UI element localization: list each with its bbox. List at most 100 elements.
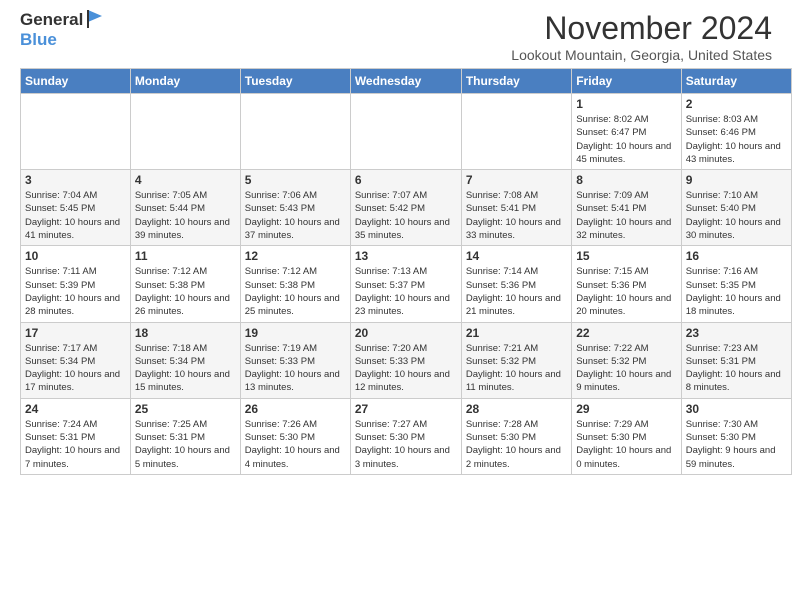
day-info-line: Sunrise: 7:17 AM	[25, 342, 126, 355]
day-info-line: Sunset: 5:31 PM	[25, 431, 126, 444]
day-info-line: Sunset: 5:45 PM	[25, 202, 126, 215]
day-info: Sunrise: 7:12 AMSunset: 5:38 PMDaylight:…	[135, 265, 236, 318]
day-info-line: Sunset: 5:37 PM	[355, 279, 457, 292]
day-info-line: Daylight: 10 hours and 45 minutes.	[576, 140, 676, 167]
day-number: 2	[686, 97, 787, 111]
day-info-line: Daylight: 10 hours and 7 minutes.	[25, 444, 126, 471]
day-info-line: Daylight: 10 hours and 39 minutes.	[135, 216, 236, 243]
day-info-line: Daylight: 10 hours and 28 minutes.	[25, 292, 126, 319]
day-info: Sunrise: 7:13 AMSunset: 5:37 PMDaylight:…	[355, 265, 457, 318]
calendar-cell: 8Sunrise: 7:09 AMSunset: 5:41 PMDaylight…	[572, 170, 681, 246]
day-info-line: Sunset: 5:38 PM	[245, 279, 346, 292]
day-info: Sunrise: 7:23 AMSunset: 5:31 PMDaylight:…	[686, 342, 787, 395]
day-info-line: Sunset: 5:34 PM	[135, 355, 236, 368]
day-info-line: Sunrise: 8:02 AM	[576, 113, 676, 126]
day-info-line: Sunset: 5:31 PM	[135, 431, 236, 444]
day-info-line: Sunrise: 7:06 AM	[245, 189, 346, 202]
day-number: 29	[576, 402, 676, 416]
day-number: 23	[686, 326, 787, 340]
day-info-line: Sunrise: 7:26 AM	[245, 418, 346, 431]
day-info-line: Sunrise: 7:11 AM	[25, 265, 126, 278]
day-info: Sunrise: 7:28 AMSunset: 5:30 PMDaylight:…	[466, 418, 567, 471]
week-row-2: 3Sunrise: 7:04 AMSunset: 5:45 PMDaylight…	[21, 170, 792, 246]
day-number: 18	[135, 326, 236, 340]
day-info: Sunrise: 7:12 AMSunset: 5:38 PMDaylight:…	[245, 265, 346, 318]
day-info: Sunrise: 7:10 AMSunset: 5:40 PMDaylight:…	[686, 189, 787, 242]
day-info: Sunrise: 7:24 AMSunset: 5:31 PMDaylight:…	[25, 418, 126, 471]
day-info-line: Sunset: 5:43 PM	[245, 202, 346, 215]
col-thursday: Thursday	[461, 69, 571, 94]
col-saturday: Saturday	[681, 69, 791, 94]
day-info-line: Sunset: 5:30 PM	[576, 431, 676, 444]
day-info-line: Sunset: 5:44 PM	[135, 202, 236, 215]
day-number: 5	[245, 173, 346, 187]
day-info-line: Sunrise: 7:14 AM	[466, 265, 567, 278]
day-info: Sunrise: 7:29 AMSunset: 5:30 PMDaylight:…	[576, 418, 676, 471]
calendar-cell: 14Sunrise: 7:14 AMSunset: 5:36 PMDayligh…	[461, 246, 571, 322]
day-info: Sunrise: 7:08 AMSunset: 5:41 PMDaylight:…	[466, 189, 567, 242]
day-info-line: Sunrise: 7:22 AM	[576, 342, 676, 355]
day-number: 13	[355, 249, 457, 263]
day-info: Sunrise: 7:14 AMSunset: 5:36 PMDaylight:…	[466, 265, 567, 318]
day-info-line: Sunset: 5:38 PM	[135, 279, 236, 292]
calendar-cell: 5 Sunrise: 7:06 AMSunset: 5:43 PMDaylight…	[240, 170, 350, 246]
day-info-line: Sunset: 5:32 PM	[466, 355, 567, 368]
day-info-line: Sunrise: 8:03 AM	[686, 113, 787, 126]
day-info-line: Daylight: 10 hours and 37 minutes.	[245, 216, 346, 243]
day-info-line: Sunset: 5:30 PM	[355, 431, 457, 444]
calendar-cell	[240, 94, 350, 170]
day-info-line: Daylight: 10 hours and 41 minutes.	[25, 216, 126, 243]
day-info-line: Daylight: 10 hours and 32 minutes.	[576, 216, 676, 243]
day-info-line: Sunrise: 7:18 AM	[135, 342, 236, 355]
logo-blue: Blue	[20, 30, 57, 49]
col-tuesday: Tuesday	[240, 69, 350, 94]
day-number: 6	[355, 173, 457, 187]
calendar-cell: 28 Sunrise: 7:28 AMSunset: 5:30 PMDayligh…	[461, 398, 571, 474]
day-info-line: Sunset: 5:41 PM	[466, 202, 567, 215]
day-info-line: Daylight: 10 hours and 18 minutes.	[686, 292, 787, 319]
day-number: 25	[135, 402, 236, 416]
day-info-line: Sunrise: 7:05 AM	[135, 189, 236, 202]
day-info-line: Daylight: 10 hours and 8 minutes.	[686, 368, 787, 395]
day-info-line: Sunrise: 7:16 AM	[686, 265, 787, 278]
calendar-cell: 29 Sunrise: 7:29 AMSunset: 5:30 PMDayligh…	[572, 398, 681, 474]
day-info: Sunrise: 7:07 AMSunset: 5:42 PMDaylight:…	[355, 189, 457, 242]
day-info-line: Daylight: 10 hours and 33 minutes.	[466, 216, 567, 243]
day-number: 28	[466, 402, 567, 416]
day-info: Sunrise: 7:25 AMSunset: 5:31 PMDaylight:…	[135, 418, 236, 471]
day-number: 8	[576, 173, 676, 187]
day-info-line: Sunrise: 7:08 AM	[466, 189, 567, 202]
day-info-line: Sunset: 5:40 PM	[686, 202, 787, 215]
day-number: 1	[576, 97, 676, 111]
calendar-cell: 26Sunrise: 7:26 AMSunset: 5:30 PMDayligh…	[240, 398, 350, 474]
day-info-line: Sunrise: 7:12 AM	[245, 265, 346, 278]
day-info-line: Daylight: 10 hours and 35 minutes.	[355, 216, 457, 243]
calendar-cell: 19Sunrise: 7:19 AMSunset: 5:33 PMDayligh…	[240, 322, 350, 398]
calendar-cell	[350, 94, 461, 170]
calendar-cell: 27Sunrise: 7:27 AMSunset: 5:30 PMDayligh…	[350, 398, 461, 474]
week-row-4: 17Sunrise: 7:17 AMSunset: 5:34 PMDayligh…	[21, 322, 792, 398]
day-info: Sunrise: 8:02 AMSunset: 6:47 PMDaylight:…	[576, 113, 676, 166]
calendar-cell: 22Sunrise: 7:22 AMSunset: 5:32 PMDayligh…	[572, 322, 681, 398]
day-info-line: Sunrise: 7:07 AM	[355, 189, 457, 202]
day-number: 17	[25, 326, 126, 340]
day-info-line: Sunrise: 7:10 AM	[686, 189, 787, 202]
calendar-cell: 21Sunrise: 7:21 AMSunset: 5:32 PMDayligh…	[461, 322, 571, 398]
day-number: 7	[466, 173, 567, 187]
col-friday: Friday	[572, 69, 681, 94]
day-number: 9	[686, 173, 787, 187]
day-info-line: Daylight: 10 hours and 26 minutes.	[135, 292, 236, 319]
header-row: Sunday Monday Tuesday Wednesday Thursday…	[21, 69, 792, 94]
day-info: Sunrise: 7:26 AMSunset: 5:30 PMDaylight:…	[245, 418, 346, 471]
day-number: 10	[25, 249, 126, 263]
day-info-line: Daylight: 10 hours and 15 minutes.	[135, 368, 236, 395]
calendar-cell: 18 Sunrise: 7:18 AMSunset: 5:34 PMDayligh…	[130, 322, 240, 398]
day-info-line: Sunrise: 7:04 AM	[25, 189, 126, 202]
day-info-line: Sunrise: 7:23 AM	[686, 342, 787, 355]
day-info-line: Daylight: 10 hours and 17 minutes.	[25, 368, 126, 395]
day-info-line: Sunrise: 7:20 AM	[355, 342, 457, 355]
day-info-line: Sunset: 5:42 PM	[355, 202, 457, 215]
calendar-cell: 2Sunrise: 8:03 AMSunset: 6:46 PMDaylight…	[681, 94, 791, 170]
day-info-line: Daylight: 10 hours and 0 minutes.	[576, 444, 676, 471]
day-info-line: Sunset: 6:47 PM	[576, 126, 676, 139]
